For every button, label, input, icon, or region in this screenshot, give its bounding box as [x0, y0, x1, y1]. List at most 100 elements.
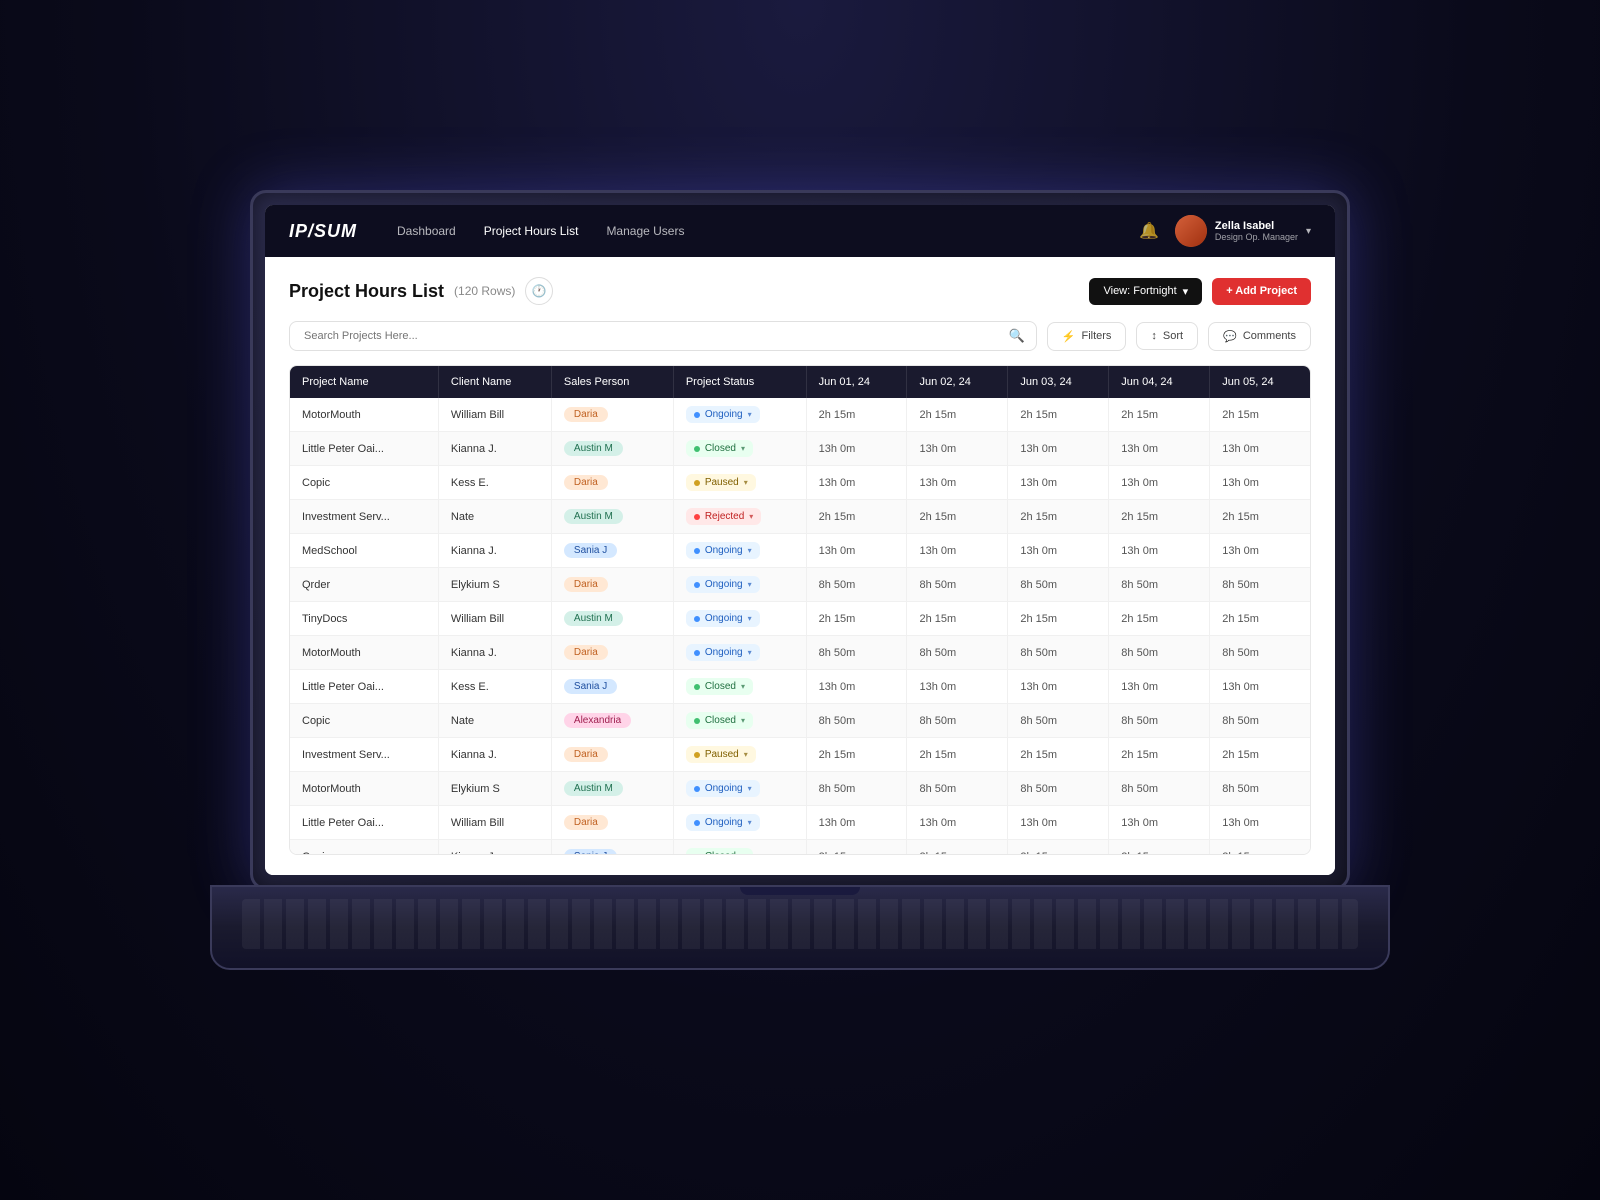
view-toggle-button[interactable]: View: Fortnight ▾ [1089, 278, 1202, 305]
cell-salesperson: Austin M [551, 772, 673, 806]
status-badge[interactable]: Paused ▾ [686, 474, 756, 491]
status-badge[interactable]: Ongoing ▾ [686, 406, 760, 423]
cell-hours-jun01: 2h 15m [806, 602, 907, 636]
cell-status: Paused ▾ [673, 466, 806, 500]
status-badge[interactable]: Closed ▾ [686, 678, 753, 695]
table-row[interactable]: Qrder Elykium S Daria Ongoing ▾ 8h 50m 8… [290, 568, 1310, 602]
cell-hours-jun05: 8h 50m [1210, 704, 1310, 738]
cell-hours-jun04: 13h 0m [1109, 670, 1210, 704]
cell-project-name: Copic [290, 704, 438, 738]
laptop-keyboard [242, 899, 1358, 949]
status-chevron-icon: ▾ [748, 648, 752, 657]
cell-client-name: William Bill [438, 398, 551, 432]
header-actions: View: Fortnight ▾ + Add Project [1089, 278, 1311, 305]
status-dot-icon [694, 752, 700, 758]
cell-project-name: Copic [290, 466, 438, 500]
status-badge[interactable]: Closed ▾ [686, 712, 753, 729]
laptop-base [210, 885, 1390, 970]
user-menu[interactable]: Zella Isabel Design Op. Manager ▾ [1175, 215, 1311, 247]
history-button[interactable]: 🕐 [525, 277, 553, 305]
cell-salesperson: Sania J [551, 670, 673, 704]
nav-dashboard[interactable]: Dashboard [397, 220, 456, 242]
status-label: Paused [705, 749, 739, 760]
status-badge[interactable]: Ongoing ▾ [686, 814, 760, 831]
salesperson-badge: Daria [564, 747, 608, 762]
row-count: (120 Rows) [454, 284, 515, 298]
table-row[interactable]: Investment Serv... Kianna J. Daria Pause… [290, 738, 1310, 772]
table-row[interactable]: TinyDocs William Bill Austin M Ongoing ▾… [290, 602, 1310, 636]
filters-label: Filters [1081, 330, 1111, 342]
status-badge[interactable]: Ongoing ▾ [686, 542, 760, 559]
status-label: Ongoing [705, 783, 743, 794]
add-project-button[interactable]: + Add Project [1212, 278, 1311, 305]
status-badge[interactable]: Paused ▾ [686, 746, 756, 763]
nav-manage-users[interactable]: Manage Users [606, 220, 684, 242]
sort-button[interactable]: ↕ Sort [1136, 322, 1198, 350]
laptop-container: IP/SUM Dashboard Project Hours List Mana… [250, 190, 1350, 970]
status-badge[interactable]: Ongoing ▾ [686, 610, 760, 627]
table-row[interactable]: MedSchool Kianna J. Sania J Ongoing ▾ 13… [290, 534, 1310, 568]
cell-hours-jun04: 2h 15m [1109, 738, 1210, 772]
cell-client-name: Kess E. [438, 670, 551, 704]
page-title-group: Project Hours List (120 Rows) 🕐 [289, 277, 553, 305]
table-row[interactable]: Little Peter Oai... William Bill Daria O… [290, 806, 1310, 840]
cell-hours-jun03: 2h 15m [1008, 738, 1109, 772]
search-input[interactable] [289, 321, 1037, 351]
salesperson-badge: Daria [564, 475, 608, 490]
status-chevron-icon: ▾ [748, 546, 752, 555]
filters-button[interactable]: ⚡ Filters [1047, 322, 1127, 351]
status-chevron-icon: ▾ [741, 716, 745, 725]
notification-bell-icon[interactable]: 🔔 [1139, 221, 1159, 241]
status-badge[interactable]: Closed ▾ [686, 440, 753, 457]
salesperson-badge: Daria [564, 645, 608, 660]
cell-salesperson: Austin M [551, 602, 673, 636]
cell-salesperson: Daria [551, 636, 673, 670]
cell-project-name: Little Peter Oai... [290, 670, 438, 704]
status-chevron-icon: ▾ [748, 784, 752, 793]
table-row[interactable]: Copic Kianna J. Sania J Closed ▾ 2h 15m … [290, 840, 1310, 856]
status-chevron-icon: ▾ [748, 410, 752, 419]
status-badge[interactable]: Ongoing ▾ [686, 644, 760, 661]
cell-hours-jun01: 13h 0m [806, 534, 907, 568]
cell-hours-jun05: 8h 50m [1210, 772, 1310, 806]
cell-hours-jun01: 13h 0m [806, 432, 907, 466]
table-row[interactable]: Investment Serv... Nate Austin M Rejecte… [290, 500, 1310, 534]
cell-hours-jun02: 2h 15m [907, 738, 1008, 772]
table-row[interactable]: MotorMouth Elykium S Austin M Ongoing ▾ … [290, 772, 1310, 806]
salesperson-badge: Alexandria [564, 713, 631, 728]
nav-project-hours[interactable]: Project Hours List [484, 220, 579, 242]
cell-hours-jun04: 8h 50m [1109, 704, 1210, 738]
col-jun05: Jun 05, 24 [1210, 366, 1310, 398]
cell-status: Closed ▾ [673, 840, 806, 856]
col-jun03: Jun 03, 24 [1008, 366, 1109, 398]
app-logo: IP/SUM [289, 221, 357, 242]
laptop-screen-bezel: IP/SUM Dashboard Project Hours List Mana… [250, 190, 1350, 890]
table-row[interactable]: Copic Nate Alexandria Closed ▾ 8h 50m 8h… [290, 704, 1310, 738]
cell-status: Closed ▾ [673, 704, 806, 738]
table-row[interactable]: MotorMouth William Bill Daria Ongoing ▾ … [290, 398, 1310, 432]
status-label: Ongoing [705, 817, 743, 828]
status-chevron-icon: ▾ [744, 750, 748, 759]
cell-project-name: TinyDocs [290, 602, 438, 636]
cell-salesperson: Austin M [551, 432, 673, 466]
status-badge[interactable]: Ongoing ▾ [686, 576, 760, 593]
col-sales-person: Sales Person [551, 366, 673, 398]
table-row[interactable]: MotorMouth Kianna J. Daria Ongoing ▾ 8h … [290, 636, 1310, 670]
col-project-status: Project Status [673, 366, 806, 398]
cell-status: Ongoing ▾ [673, 602, 806, 636]
table-row[interactable]: Little Peter Oai... Kianna J. Austin M C… [290, 432, 1310, 466]
navbar: IP/SUM Dashboard Project Hours List Mana… [265, 205, 1335, 257]
salesperson-badge: Sania J [564, 679, 617, 694]
status-badge[interactable]: Ongoing ▾ [686, 780, 760, 797]
comments-button[interactable]: 💬 Comments [1208, 322, 1311, 351]
main-nav: Dashboard Project Hours List Manage User… [397, 220, 1139, 242]
cell-hours-jun03: 8h 50m [1008, 568, 1109, 602]
status-badge[interactable]: Closed ▾ [686, 848, 753, 855]
cell-salesperson: Daria [551, 738, 673, 772]
status-label: Closed [705, 443, 736, 454]
status-badge[interactable]: Rejected ▾ [686, 508, 761, 525]
cell-hours-jun02: 2h 15m [907, 398, 1008, 432]
table-row[interactable]: Little Peter Oai... Kess E. Sania J Clos… [290, 670, 1310, 704]
salesperson-badge: Sania J [564, 543, 617, 558]
table-row[interactable]: Copic Kess E. Daria Paused ▾ 13h 0m 13h … [290, 466, 1310, 500]
